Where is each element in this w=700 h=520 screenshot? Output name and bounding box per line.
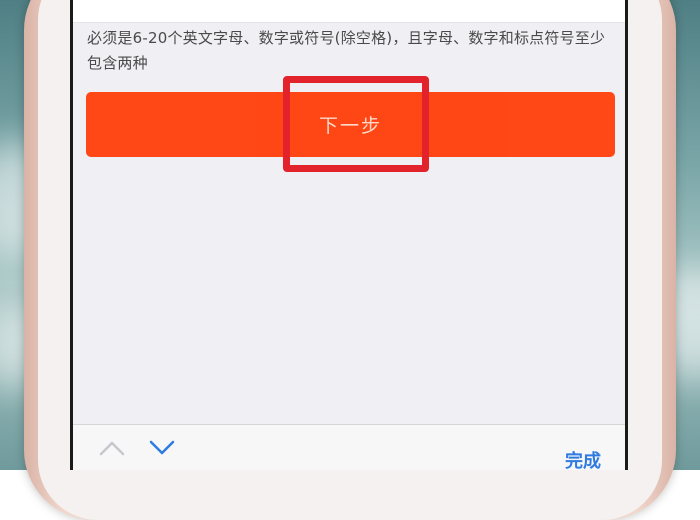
- chevron-up-icon[interactable]: [95, 433, 129, 463]
- next-step-button[interactable]: 下一步: [86, 92, 615, 157]
- phone-screen: 必须是6-20个英文字母、数字或符号(除空格)，且字母、数字和标点符号至少包含两…: [70, 0, 628, 470]
- done-button[interactable]: 完成: [565, 447, 601, 470]
- chevron-down-icon[interactable]: [145, 433, 179, 463]
- input-field-edge[interactable]: [73, 0, 625, 23]
- keyboard-accessory-toolbar: 完成: [73, 424, 625, 470]
- password-hint-text: 必须是6-20个英文字母、数字或符号(除空格)，且字母、数字和标点符号至少包含两…: [87, 29, 606, 72]
